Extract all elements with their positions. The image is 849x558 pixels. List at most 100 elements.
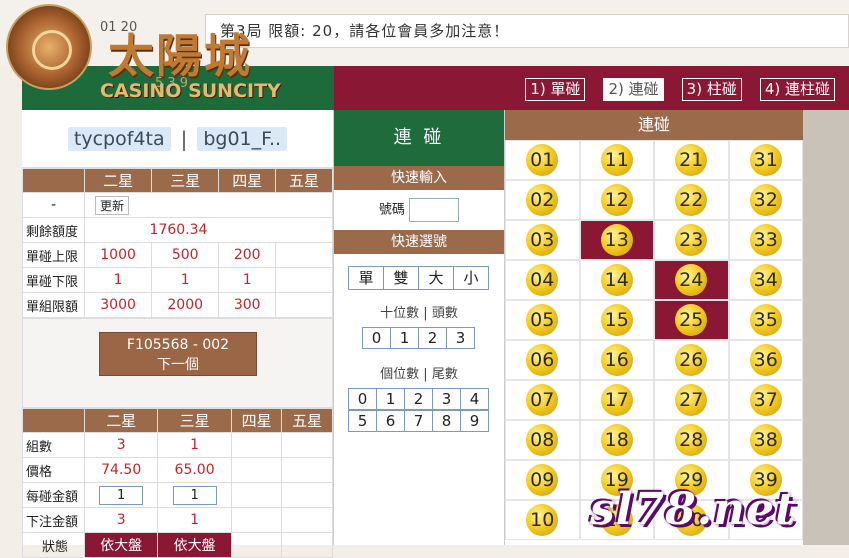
limits-header: 二星 三星 四星 五星 <box>22 168 333 193</box>
cell: 1 <box>157 507 232 533</box>
units-digit-button[interactable]: 3 <box>432 388 461 410</box>
col-5star: 五星 <box>275 168 333 193</box>
number-cell[interactable]: 25 <box>654 300 729 340</box>
number-cell[interactable]: 26 <box>654 340 729 380</box>
right-gutter <box>803 110 849 545</box>
cell: 65.00 <box>157 457 232 483</box>
units-digit-button[interactable]: 6 <box>376 410 405 432</box>
amount-input-3star[interactable]: 1 <box>172 485 217 505</box>
row-label: 每碰金額 <box>22 482 85 508</box>
row-label: 下注金額 <box>22 507 85 533</box>
col-4star: 四星 <box>230 408 283 433</box>
number-ball: 23 <box>675 224 708 256</box>
account-id: bg01_F.. <box>197 126 288 151</box>
cell: 1 <box>151 267 220 293</box>
number-ball: 03 <box>526 224 559 256</box>
number-cell[interactable]: 21 <box>654 140 729 180</box>
number-ball: 15 <box>600 304 633 336</box>
number-input[interactable] <box>409 198 460 222</box>
units-digit-button[interactable]: 5 <box>348 410 377 432</box>
number-cell[interactable]: 16 <box>579 340 654 380</box>
quick-select-button[interactable]: 小 <box>453 266 489 290</box>
number-ball: 22 <box>675 184 708 216</box>
units-digit-button[interactable]: 0 <box>348 388 377 410</box>
quick-select-button[interactable]: 大 <box>418 266 454 290</box>
cell: 74.50 <box>83 457 159 483</box>
number-cell[interactable]: 22 <box>654 180 729 220</box>
quick-select-button[interactable]: 單 <box>348 266 384 290</box>
table-row: 單碰下限 1 1 1 <box>22 267 333 293</box>
tens-digit-button[interactable]: 0 <box>362 327 391 349</box>
number-cell[interactable]: 05 <box>505 300 580 340</box>
units-digit-button[interactable]: 8 <box>432 410 461 432</box>
tab-mode-3[interactable]: 3) 柱碰 <box>681 78 742 101</box>
number-ball: 33 <box>749 224 782 256</box>
number-cell[interactable]: 24 <box>654 260 729 300</box>
cell: 1 <box>218 267 277 293</box>
number-cell[interactable]: 38 <box>728 420 803 460</box>
cell: 1 <box>157 482 232 508</box>
number-ball: 37 <box>749 384 782 416</box>
col-2star: 二星 <box>83 168 153 193</box>
number-cell[interactable]: 06 <box>505 340 580 380</box>
number-cell[interactable]: 03 <box>505 220 580 260</box>
number-cell[interactable]: 17 <box>579 380 654 420</box>
tab-mode-4[interactable]: 4) 連柱碰 <box>759 78 835 101</box>
number-cell[interactable]: 32 <box>728 180 803 220</box>
cell <box>230 482 283 508</box>
cell <box>275 292 333 318</box>
units-digit-button[interactable]: 2 <box>404 388 433 410</box>
col-4star: 四星 <box>218 168 277 193</box>
number-cell[interactable]: 09 <box>505 460 580 500</box>
number-ball: 25 <box>675 304 708 336</box>
number-cell[interactable]: 35 <box>728 300 803 340</box>
number-ball: 16 <box>600 344 633 376</box>
units-digit-button[interactable]: 1 <box>376 388 405 410</box>
number-cell[interactable]: 15 <box>579 300 654 340</box>
number-cell[interactable]: 33 <box>728 220 803 260</box>
table-row: 狀態 依大盤 依大盤 <box>22 532 333 558</box>
units-digit-button[interactable]: 9 <box>460 410 489 432</box>
bet-header: 二星 三星 四星 五星 <box>22 408 333 433</box>
amount-input-2star[interactable]: 1 <box>99 485 144 505</box>
number-cell[interactable]: 07 <box>505 380 580 420</box>
separator: | <box>180 126 188 151</box>
number-cell[interactable]: 10 <box>505 500 580 540</box>
number-cell[interactable]: 01 <box>505 140 580 180</box>
number-cell[interactable]: 27 <box>654 380 729 420</box>
number-cell[interactable]: 31 <box>728 140 803 180</box>
cell: 3000 <box>83 292 153 318</box>
row-label: 剩餘額度 <box>22 217 85 243</box>
number-cell[interactable]: 37 <box>728 380 803 420</box>
units-digit-button[interactable]: 7 <box>404 410 433 432</box>
tab-mode-2[interactable]: 2) 連碰 <box>603 78 664 101</box>
update-button[interactable]: 更新 <box>95 195 130 215</box>
tens-digit-button[interactable]: 1 <box>390 327 419 349</box>
units-digit-button[interactable]: 4 <box>460 388 489 410</box>
number-cell[interactable]: 04 <box>505 260 580 300</box>
number-cell[interactable]: 36 <box>728 340 803 380</box>
number-cell[interactable]: 34 <box>728 260 803 300</box>
number-cell[interactable]: 08 <box>505 420 580 460</box>
number-cell[interactable]: 14 <box>579 260 654 300</box>
quick-input-header: 快速輸入 <box>334 166 504 190</box>
number-cell[interactable]: 13 <box>579 220 654 260</box>
mode-bar: 1) 單碰 2) 連碰 3) 柱碰 4) 連柱碰 <box>334 66 849 110</box>
number-cell[interactable]: 11 <box>579 140 654 180</box>
row-label: 單碰上限 <box>22 242 85 268</box>
quick-select-button[interactable]: 雙 <box>383 266 419 290</box>
number-cell[interactable]: 28 <box>654 420 729 460</box>
bet-table: 二星 三星 四星 五星 組數 3 1 價格 74.50 65.00 每碰金額 1… <box>22 408 333 558</box>
number-cell[interactable]: 12 <box>579 180 654 220</box>
row-label: 價格 <box>22 457 85 483</box>
tab-mode-1[interactable]: 1) 單碰 <box>525 78 586 101</box>
number-cell[interactable]: 18 <box>579 420 654 460</box>
number-cell[interactable]: 23 <box>654 220 729 260</box>
next-label: 下一個 <box>157 357 199 373</box>
next-button[interactable]: F105568 - 002 下一個 <box>99 332 257 376</box>
number-cell[interactable]: 02 <box>505 180 580 220</box>
tens-digit-button[interactable]: 2 <box>418 327 447 349</box>
number-ball: 35 <box>749 304 782 336</box>
tens-digit-button[interactable]: 3 <box>446 327 475 349</box>
table-row: 下注金額 3 1 <box>22 507 333 533</box>
